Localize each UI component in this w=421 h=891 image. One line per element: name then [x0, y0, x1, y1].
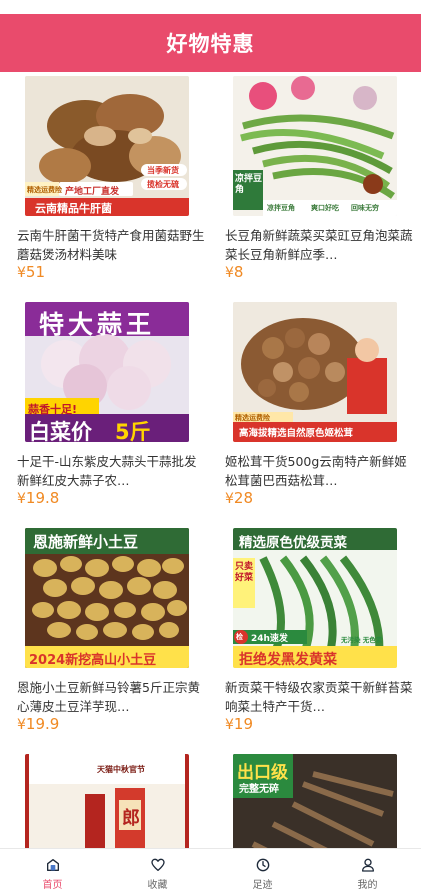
product-title[interactable]: 长豆角新鲜蔬菜买菜豇豆角泡菜蔬菜长豆角新鲜应季…: [225, 226, 415, 264]
image-badge-text: 当季新货: [147, 166, 179, 175]
heart-icon: [150, 858, 165, 871]
image-sub-text: 完整无碎: [239, 784, 279, 795]
product-title[interactable]: 姬松茸干货500g云南特产新鲜姬松茸菌巴西菇松茸…: [225, 452, 415, 490]
tab-home[interactable]: 首页: [0, 849, 105, 891]
product-title[interactable]: 云南牛肝菌干货特产食用菌菇野生蘑菇煲汤材料美味: [17, 226, 207, 264]
image-label-text: 郎: [122, 808, 140, 829]
product-title[interactable]: 十足干-山东紫皮大蒜头干蒜批发新鲜红皮大蒜子农…: [17, 452, 207, 490]
tab-label: 收藏: [147, 880, 168, 891]
image-badge-text: 揽检无硫: [147, 180, 179, 189]
product-price: ¥8: [225, 263, 244, 281]
image-tag-text: 蒜香十足!: [28, 403, 78, 416]
tab-label: 首页: [42, 880, 63, 891]
status-bar: [0, 0, 421, 14]
tab-profile[interactable]: 我的: [315, 849, 420, 891]
image-tag-text: 爽口好吃: [311, 204, 339, 212]
home-icon: [46, 859, 59, 871]
agaricus-product-image[interactable]: 精选运费险 高海拔精选自然原色姬松茸: [233, 302, 397, 442]
product-price: ¥28: [225, 489, 254, 507]
potato-product-image[interactable]: 恩施新鲜小土豆 2024新挖高山小土豆: [25, 528, 189, 668]
garlic-product-image[interactable]: 特大蒜王 蒜香十足! 白菜价 5斤: [25, 302, 189, 442]
tab-label: 我的: [357, 880, 378, 891]
image-tag-text: 凉拌豆角: [267, 204, 295, 212]
image-headline-text: 特大蒜王: [39, 310, 156, 339]
image-number-text: 5斤: [115, 420, 151, 442]
product-price: ¥19.8: [17, 489, 60, 507]
page-title: 好物特惠: [166, 32, 255, 56]
product-price: ¥51: [17, 263, 46, 281]
image-badge-text: 检: [236, 633, 243, 641]
image-tag-text: 回味无穷: [351, 204, 379, 212]
porcini-product-image[interactable]: 云南精品牛肝菌 产地工厂直发 精选运费险 当季新货 揽检无硫: [25, 76, 189, 216]
tab-favorites[interactable]: 收藏: [105, 849, 210, 891]
bottom-tab-bar: 首页 收藏 足迹 我的: [0, 848, 421, 891]
image-ship-text: 24h速发: [251, 634, 288, 644]
dried-mushroom-product-image[interactable]: 出口级 完整无碎: [233, 754, 397, 848]
image-corner-text: 精选运费险: [27, 186, 62, 194]
liquor-product-image[interactable]: 天猫中秋官节 郎: [25, 754, 189, 848]
tab-history[interactable]: 足迹: [210, 849, 315, 891]
user-icon: [361, 858, 374, 872]
gongcai-product-image[interactable]: 精选原色优级贡菜 只卖好菜 检 24h速发 无污染 无色素 拒绝发黑发黄菜: [233, 528, 397, 668]
tab-label: 足迹: [252, 880, 273, 891]
product-title[interactable]: 新贡菜干特级农家贡菜干新鲜苔菜响菜土特产干货…: [225, 678, 415, 716]
product-price: ¥19.9: [17, 715, 60, 733]
image-banner-text: 云南精品牛肝菌: [35, 202, 112, 215]
image-top-text: 天猫中秋官节: [97, 765, 145, 774]
image-side-text: 只卖好菜: [235, 562, 254, 583]
clock-icon: [256, 858, 269, 872]
image-tag-text: 产地工厂直发: [65, 187, 120, 197]
page-header: 好物特惠: [0, 14, 421, 72]
image-banner-text: 2024新挖高山小土豆: [29, 653, 157, 668]
image-tag-text: 无污染 无色素: [341, 636, 383, 644]
image-banner-text: 白菜价: [29, 420, 92, 442]
product-price: ¥19: [225, 715, 254, 733]
product-grid[interactable]: 云南精品牛肝菌 产地工厂直发 精选运费险 当季新货 揽检无硫 云南牛肝菌干货特产…: [0, 72, 421, 848]
image-corner-text: 精选运费险: [235, 414, 270, 422]
image-banner-text: 高海拔精选自然原色姬松茸: [239, 428, 354, 439]
image-headline-text: 恩施新鲜小土豆: [33, 533, 139, 551]
long-bean-product-image[interactable]: 凉拌豆角 凉拌豆角 爽口好吃 回味无穷: [233, 76, 397, 216]
product-title[interactable]: 恩施小土豆新鲜马铃薯5斤正宗黄心薄皮土豆洋芋现…: [17, 678, 207, 716]
image-banner-text: 拒绝发黑发黄菜: [239, 652, 337, 668]
image-side-text: 凉拌豆角: [235, 174, 263, 195]
image-headline-text: 精选原色优级贡菜: [239, 535, 347, 551]
